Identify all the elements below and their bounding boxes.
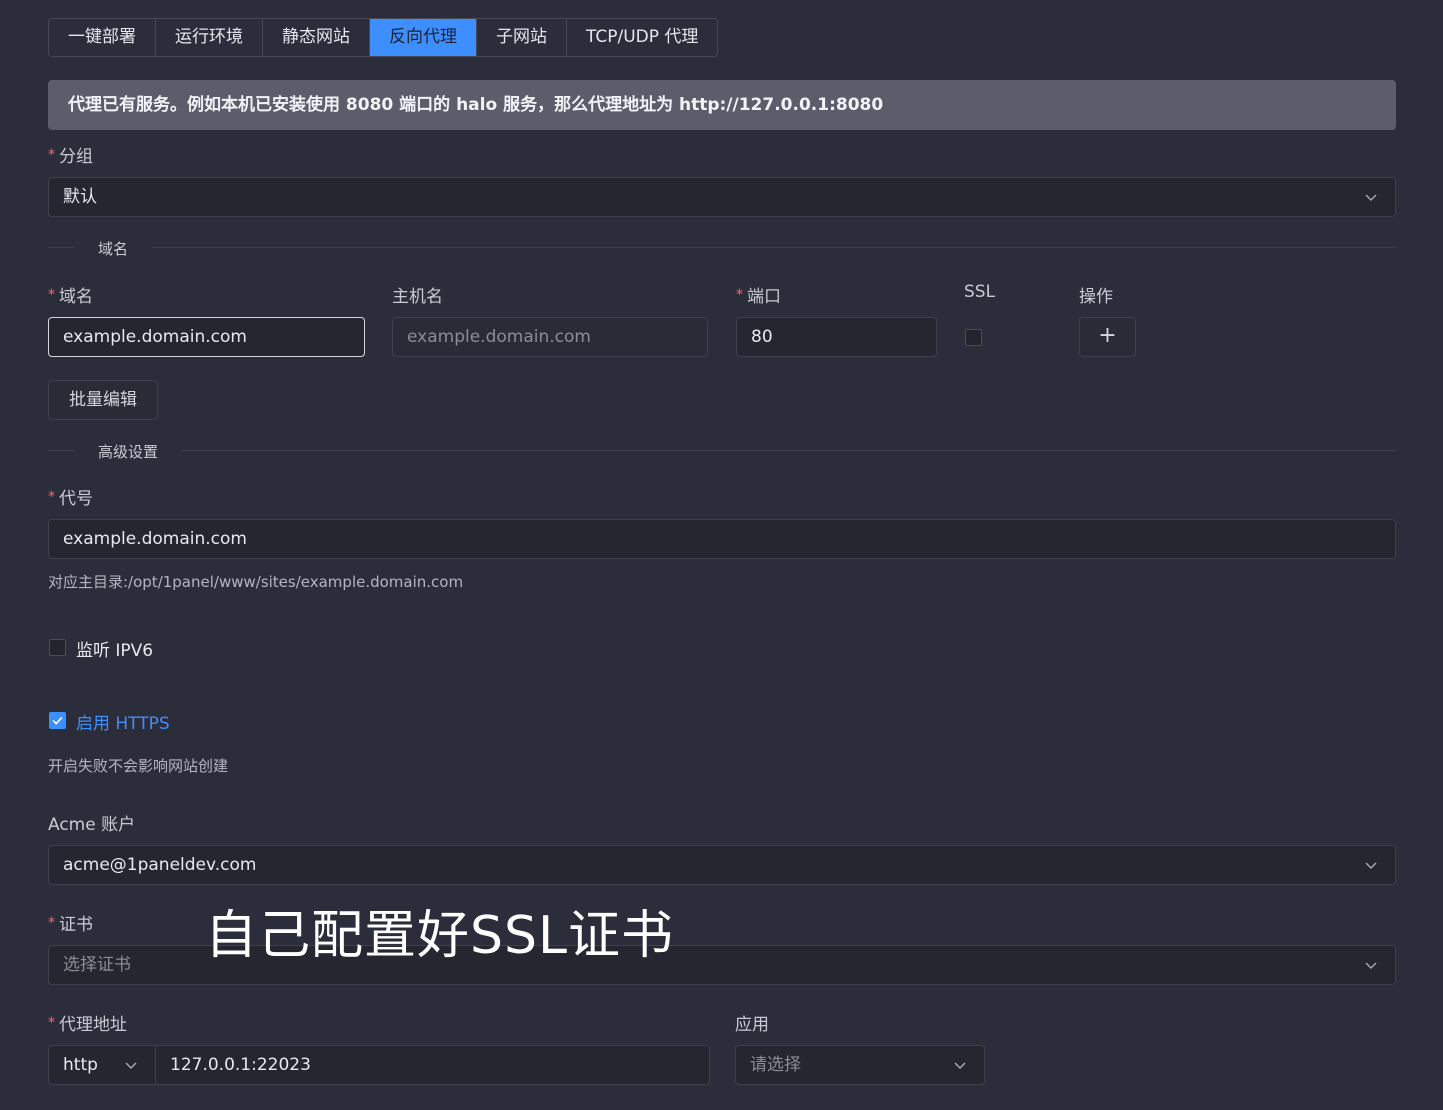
add-domain-button[interactable]: + <box>1079 317 1136 357</box>
port-column-label: * 端口 <box>736 282 781 307</box>
plus-icon: + <box>1098 323 1117 348</box>
path-note: 对应主目录:/opt/1panel/www/sites/example.doma… <box>48 573 464 591</box>
port-column-text: 端口 <box>747 287 781 307</box>
overlay-annotation: 自己配置好SSL证书 <box>205 906 674 966</box>
tab-tcp-udp-proxy[interactable]: TCP/UDP 代理 <box>567 19 718 56</box>
chevron-down-icon <box>1365 862 1377 869</box>
ipv6-checkbox[interactable] <box>49 639 66 656</box>
batch-edit-button[interactable]: 批量编辑 <box>48 380 158 420</box>
info-alert: 代理已有服务。例如本机已安装使用 8080 端口的 halo 服务，那么代理地址… <box>48 80 1396 130</box>
tab-subsite[interactable]: 子网站 <box>477 19 567 56</box>
proxy-label: * 代理地址 <box>48 1010 127 1035</box>
acme-select[interactable]: acme@1paneldev.com <box>48 845 1396 885</box>
port-input[interactable]: 80 <box>736 317 937 357</box>
domain-column-label: * 域名 <box>48 282 93 307</box>
tab-runtime[interactable]: 运行环境 <box>156 19 263 56</box>
proxy-label-text: 代理地址 <box>59 1015 127 1035</box>
tab-static-site[interactable]: 静态网站 <box>263 19 370 56</box>
alias-input[interactable]: example.domain.com <box>48 519 1396 559</box>
chevron-down-icon <box>1365 194 1377 201</box>
required-mark: * <box>48 915 55 931</box>
host-input[interactable]: example.domain.com <box>392 317 708 357</box>
action-column-label: 操作 <box>1079 287 1113 307</box>
group-label-text: 分组 <box>59 147 93 167</box>
ssl-checkbox[interactable] <box>965 329 982 346</box>
domain-section-title: 域名 <box>74 238 153 259</box>
ipv6-label[interactable]: 监听 IPV6 <box>76 636 153 661</box>
required-mark: * <box>48 287 55 303</box>
required-mark: * <box>48 489 55 505</box>
chevron-down-icon <box>125 1062 137 1069</box>
https-label[interactable]: 启用 HTTPS <box>76 709 170 734</box>
advanced-section-title: 高级设置 <box>74 441 183 462</box>
required-mark: * <box>736 287 743 303</box>
alias-label: * 代号 <box>48 484 93 509</box>
protocol-select[interactable]: http <box>48 1045 156 1085</box>
acme-select-value: acme@1paneldev.com <box>63 855 257 875</box>
acme-label: Acme 账户 <box>48 815 136 835</box>
cert-label-text: 证书 <box>59 915 93 935</box>
domain-divider <box>48 247 1396 248</box>
cert-select-placeholder: 选择证书 <box>63 955 131 975</box>
ssl-column-label: SSL <box>964 282 996 302</box>
protocol-select-value: http <box>63 1055 98 1075</box>
chevron-down-icon <box>954 1062 966 1069</box>
required-mark: * <box>48 147 55 163</box>
https-checkbox[interactable] <box>49 712 66 729</box>
domain-column-text: 域名 <box>59 287 93 307</box>
app-label: 应用 <box>735 1015 769 1035</box>
group-label: * 分组 <box>48 142 93 167</box>
checkmark-icon <box>52 716 63 725</box>
domain-input[interactable]: example.domain.com <box>48 317 365 357</box>
host-column-label: 主机名 <box>392 287 443 307</box>
chevron-down-icon <box>1365 962 1377 969</box>
alias-label-text: 代号 <box>59 489 93 509</box>
cert-label: * 证书 <box>48 910 93 935</box>
group-select-value: 默认 <box>63 187 97 207</box>
tab-one-click-deploy[interactable]: 一键部署 <box>49 19 156 56</box>
app-select[interactable]: 请选择 <box>735 1045 985 1085</box>
group-select[interactable]: 默认 <box>48 177 1396 217</box>
required-mark: * <box>48 1015 55 1031</box>
tab-reverse-proxy[interactable]: 反向代理 <box>370 19 477 56</box>
https-note: 开启失败不会影响网站创建 <box>48 757 229 775</box>
advanced-divider <box>48 450 1396 451</box>
app-select-placeholder: 请选择 <box>750 1055 801 1075</box>
tab-bar: 一键部署 运行环境 静态网站 反向代理 子网站 TCP/UDP 代理 <box>48 18 719 57</box>
proxy-address-input[interactable]: 127.0.0.1:22023 <box>155 1045 710 1085</box>
